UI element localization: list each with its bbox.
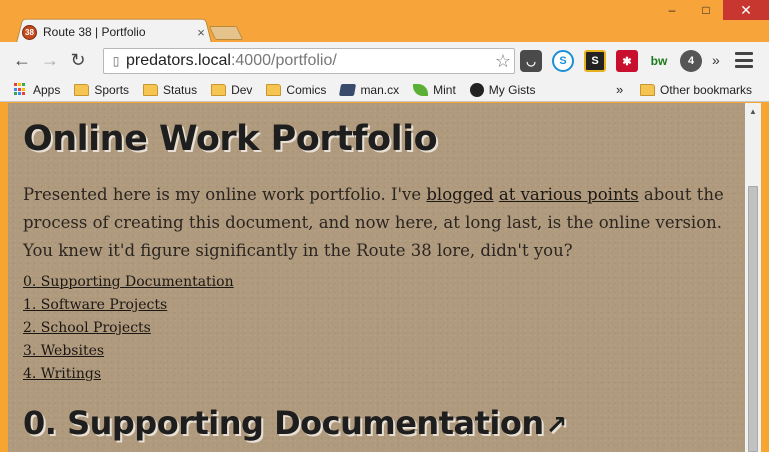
bookmark-other-bookmarks[interactable]: Other bookmarks (640, 83, 752, 97)
toc-link-supporting-documentation[interactable]: 0. Supporting Documentation (23, 271, 234, 294)
bookmark-label: Sports (94, 82, 130, 97)
close-window-button[interactable]: ✕ (723, 0, 769, 20)
folder-icon (640, 84, 655, 96)
bookmark-sports[interactable]: Sports (74, 83, 129, 97)
bw-extension-icon[interactable]: bw (648, 50, 670, 72)
back-button[interactable]: ← (8, 46, 36, 74)
bookmark-mancx[interactable]: man.cx (339, 82, 400, 97)
lastpass-icon[interactable]: ✱ (616, 50, 638, 72)
book-icon (339, 83, 357, 96)
reload-button[interactable]: ↻ (64, 46, 92, 74)
table-of-contents: 0. Supporting Documentation 1. Software … (23, 271, 234, 386)
folder-icon (143, 83, 159, 96)
bookmark-mint[interactable]: Mint (413, 83, 456, 97)
scroll-up-arrow-icon[interactable]: ▲ (745, 103, 761, 119)
bookmark-label: Other bookmarks (660, 83, 753, 97)
tab-title: Route 38 | Portfolio (43, 25, 146, 39)
toc-link-school-projects[interactable]: 2. School Projects (23, 317, 234, 340)
url-text[interactable]: predators.local:4000/portfolio/ (126, 52, 492, 70)
maximize-button[interactable]: □ (689, 0, 723, 20)
page-icon: ▯ (112, 54, 120, 68)
s-extension-icon[interactable]: S (584, 50, 606, 72)
route38-favicon-icon: 38 (22, 24, 37, 40)
address-bar[interactable]: ▯ predators.local:4000/portfolio/ ☆ (103, 48, 515, 74)
url-host: predators.local (126, 52, 231, 69)
bookmark-label: Comics (286, 82, 327, 97)
folder-icon (211, 83, 227, 96)
folder-icon (266, 83, 282, 96)
various-points-link[interactable]: at various points (499, 185, 639, 204)
extensions-area: ◡ S S ✱ bw 4 (520, 50, 712, 72)
bookmark-apps[interactable]: Apps (14, 83, 60, 97)
page-title: Online Work Portfolio (23, 119, 438, 159)
extensions-overflow-icon[interactable]: » (712, 52, 720, 68)
minimize-button[interactable]: – (655, 0, 689, 20)
github-icon (469, 82, 484, 97)
new-tab-button[interactable] (208, 26, 244, 40)
bookmarks-overflow-icon[interactable]: » (616, 82, 623, 97)
section-heading: 0. Supporting Documentation↗ (23, 404, 567, 442)
chrome-menu-icon[interactable] (735, 52, 753, 68)
folder-icon (74, 83, 90, 96)
bookmark-my-gists[interactable]: My Gists (469, 82, 536, 97)
apps-grid-icon (14, 83, 27, 96)
intro-paragraph: Presented here is my online work portfol… (23, 181, 735, 265)
vertical-scrollbar[interactable]: ▲ (745, 103, 761, 452)
window-controls: – □ ✕ (655, 0, 769, 20)
bookmark-dev[interactable]: Dev (211, 83, 252, 97)
window-frame-left (0, 103, 8, 452)
section-heading-text: 0. Supporting Documentation (23, 404, 544, 442)
bookmark-label: Status (163, 82, 198, 97)
bookmark-label: Apps (33, 82, 61, 97)
url-path: :4000/portfolio/ (230, 52, 337, 69)
permalink-arrow-icon[interactable]: ↗ (546, 411, 568, 441)
pocket-icon[interactable]: ◡ (520, 50, 542, 72)
scrollbar-thumb[interactable] (748, 186, 758, 452)
leaf-icon (413, 83, 429, 96)
blogged-link[interactable]: blogged (426, 185, 493, 204)
toc-link-websites[interactable]: 3. Websites (23, 340, 234, 363)
window-frame-right (761, 103, 769, 452)
bookmark-status[interactable]: Status (143, 83, 197, 97)
bookmark-comics[interactable]: Comics (266, 83, 326, 97)
bookmark-label: My Gists (488, 82, 536, 97)
badge-extension-icon[interactable]: 4 (680, 50, 702, 72)
bookmark-label: Dev (231, 82, 253, 97)
bookmarks-bar: Apps Sports Status Dev Comics man.cx Min… (0, 78, 769, 102)
bookmark-label: Mint (433, 82, 456, 97)
tab-content[interactable]: 38 Route 38 | Portfolio × (22, 22, 212, 42)
bookmark-label: man.cx (360, 82, 400, 97)
skype-icon[interactable]: S (552, 50, 574, 72)
toc-link-software-projects[interactable]: 1. Software Projects (23, 294, 234, 317)
intro-text-1: Presented here is my online work portfol… (23, 185, 427, 204)
toc-link-writings[interactable]: 4. Writings (23, 363, 234, 386)
page-content: Online Work Portfolio Presented here is … (8, 103, 745, 452)
forward-button[interactable]: → (36, 46, 64, 74)
bookmark-star-icon[interactable]: ☆ (492, 51, 514, 72)
tab-close-icon[interactable]: × (194, 25, 208, 40)
